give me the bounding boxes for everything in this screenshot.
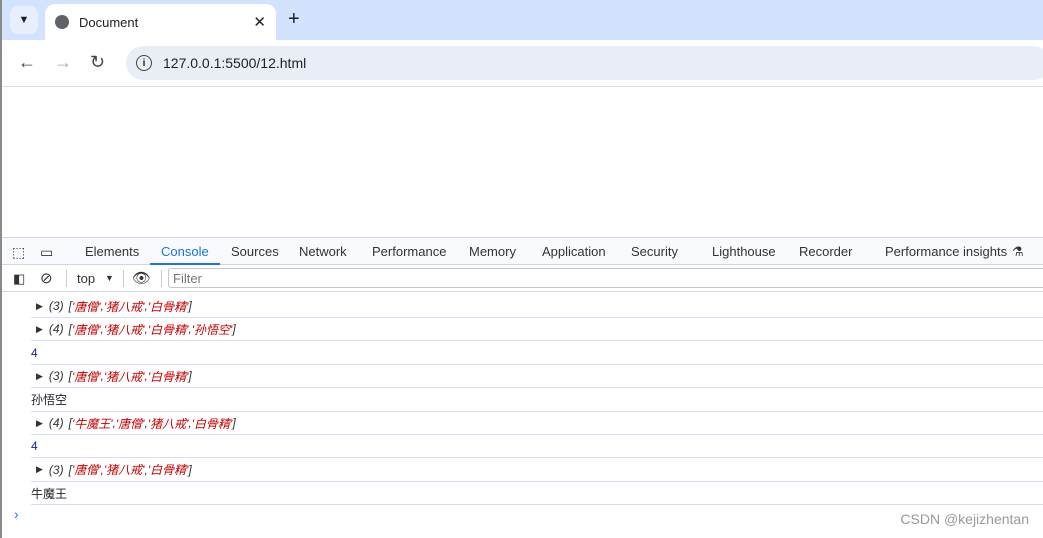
address-bar[interactable]: i 127.0.0.1:5500/12.html — [126, 46, 1043, 80]
console-message[interactable]: ▶ (3)['唐僧', '猪八戒', '白骨精'] — [31, 459, 1043, 482]
array-item: '猪八戒' — [103, 369, 145, 384]
url-text[interactable]: 127.0.0.1:5500/12.html — [163, 55, 306, 71]
tab-strip: ▼ Document ✕ + — [2, 0, 1043, 40]
array-length: (3) — [48, 369, 64, 384]
tab-performance-insights[interactable]: Performance insights — [885, 244, 1007, 259]
log-value: 4 — [31, 439, 38, 454]
tab-performance[interactable]: Performance — [372, 244, 446, 259]
info-icon[interactable]: i — [136, 55, 152, 71]
devtools-tabs: ⬚ ▭ Elements Console Sources Network Per… — [2, 237, 1043, 265]
console-message[interactable]: ▶ (4)['牛魔王', '唐僧', '猪八戒', '白骨精'] — [31, 412, 1043, 435]
console-message: 4 — [31, 435, 1043, 459]
array-length: (4) — [48, 322, 64, 337]
array-item: '白骨精' — [147, 463, 189, 478]
tab-lighthouse[interactable]: Lighthouse — [712, 244, 776, 259]
clear-console-icon[interactable]: ⊘ — [40, 269, 53, 287]
bracket: ] — [188, 369, 192, 384]
eye-icon[interactable]: 👁 — [132, 269, 151, 287]
tab-memory[interactable]: Memory — [469, 244, 516, 259]
console-message: 4 — [31, 342, 1043, 365]
array-item: '白骨精' — [147, 299, 189, 314]
expand-arrow-icon: ▶ — [36, 300, 43, 311]
console-message[interactable]: ▶ (4)['唐僧', '猪八戒', '白骨精', '孙悟空'] — [31, 318, 1043, 342]
divider — [123, 270, 124, 287]
reload-icon[interactable]: ↻ — [90, 52, 105, 73]
tab-security[interactable]: Security — [631, 244, 678, 259]
array-item: '白骨精' — [191, 416, 233, 431]
bracket: ] — [232, 322, 236, 337]
array-length: (4) — [48, 416, 64, 430]
array-item: '唐僧' — [115, 416, 145, 431]
expand-arrow-icon: ▶ — [36, 323, 43, 334]
back-icon[interactable]: ← — [18, 52, 36, 73]
filter-input[interactable]: Filter — [168, 268, 1043, 288]
console-prompt[interactable]: › — [14, 506, 19, 522]
device-toolbar-icon[interactable]: ▭ — [40, 244, 53, 261]
log-value: 孙悟空 — [31, 393, 68, 408]
tab-search-button[interactable]: ▼ — [10, 6, 38, 34]
forward-icon[interactable]: → — [54, 52, 72, 73]
bracket: ] — [188, 299, 192, 313]
array-item: '唐僧' — [71, 299, 101, 314]
tab-application[interactable]: Application — [542, 244, 606, 259]
array-item: '唐僧' — [71, 322, 101, 337]
array-item: '白骨精' — [147, 369, 189, 384]
array-length: (3) — [48, 299, 64, 313]
log-value: 4 — [31, 345, 38, 360]
divider — [66, 270, 67, 287]
array-item: '猪八戒' — [103, 322, 145, 337]
console-toolbar: ◧ ⊘ top ▼ 👁 Filter — [2, 265, 1043, 292]
inspect-icon[interactable]: ⬚ — [12, 244, 25, 261]
tab-elements[interactable]: Elements — [85, 244, 139, 259]
tab-console[interactable]: Console — [161, 244, 209, 259]
array-item: '孙悟空' — [191, 322, 233, 337]
expand-arrow-icon: ▶ — [36, 464, 43, 475]
array-item: '唐僧' — [71, 369, 101, 384]
tab-network[interactable]: Network — [299, 244, 347, 259]
console-message: 牛魔王 — [31, 482, 1043, 506]
globe-icon — [55, 15, 69, 29]
close-tab-icon[interactable]: ✕ — [253, 13, 266, 31]
chevron-down-icon: ▼ — [18, 14, 30, 26]
tab-title: Document — [79, 14, 139, 30]
bracket: ] — [232, 416, 236, 430]
address-row: ← → ↻ i 127.0.0.1:5500/12.html — [2, 40, 1043, 87]
array-item: '猪八戒' — [103, 299, 145, 314]
watermark: CSDN @kejizhentan — [900, 511, 1029, 527]
expand-arrow-icon: ▶ — [36, 370, 43, 381]
context-select[interactable]: top — [77, 271, 95, 286]
divider — [161, 270, 162, 287]
array-length: (3) — [48, 462, 64, 477]
array-item: '白骨精' — [147, 322, 189, 337]
tab-sources[interactable]: Sources — [231, 244, 279, 259]
flask-icon: ⚗ — [1012, 244, 1024, 259]
console-message: 孙悟空 — [31, 389, 1043, 412]
array-item: '牛魔王' — [71, 416, 113, 431]
browser-tab[interactable]: Document ✕ — [45, 4, 276, 40]
array-item: '猪八戒' — [147, 416, 189, 431]
console-message[interactable]: ▶ (3)['唐僧', '猪八戒', '白骨精'] — [31, 365, 1043, 389]
new-tab-button[interactable]: + — [288, 8, 300, 31]
console-message[interactable]: ▶ (3)['唐僧', '猪八戒', '白骨精'] — [31, 295, 1043, 318]
tab-recorder[interactable]: Recorder — [799, 244, 852, 259]
log-value: 牛魔王 — [31, 486, 68, 501]
expand-arrow-icon: ▶ — [36, 417, 43, 428]
sidebar-toggle-icon[interactable]: ◧ — [13, 271, 25, 287]
array-item: '猪八戒' — [103, 463, 145, 478]
array-item: '唐僧' — [71, 463, 101, 478]
dropdown-arrow-icon[interactable]: ▼ — [105, 273, 114, 283]
bracket: ] — [188, 462, 192, 477]
